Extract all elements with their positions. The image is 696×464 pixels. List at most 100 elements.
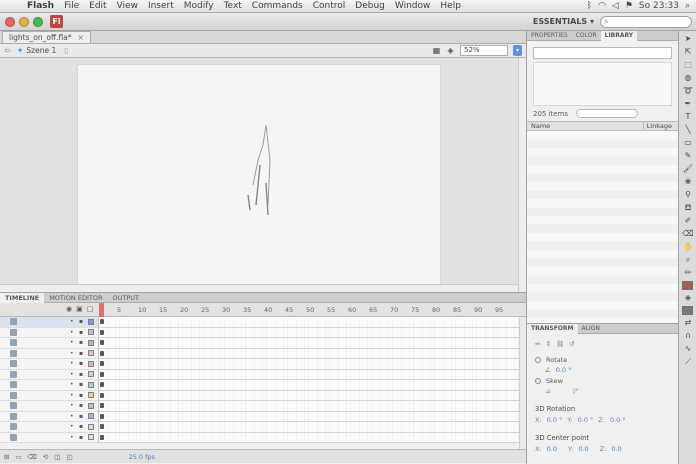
visibility-dot-icon[interactable]: • [70,392,74,399]
lock-dot-icon[interactable]: ▪ [79,360,83,367]
hand-tool-icon[interactable]: ✋ [681,241,695,252]
menu-control[interactable]: Control [308,1,351,11]
lasso-tool-icon[interactable]: ➰ [681,85,695,96]
tab-color[interactable]: COLOR [572,31,601,41]
menu-text[interactable]: Text [219,1,247,11]
timeline-vertical-scrollbar[interactable] [519,317,526,449]
layer-row[interactable]: • ▪ [0,317,98,328]
keyframe-icon[interactable] [100,382,104,387]
library-document-select[interactable] [533,47,672,59]
layer-row[interactable]: • ▪ [0,370,98,380]
free-transform-tool-icon[interactable]: ⬚ [681,59,695,70]
visibility-dot-icon[interactable]: • [70,381,74,388]
outline-color-icon[interactable] [88,392,94,398]
frame-row[interactable] [99,349,519,359]
flag-icon[interactable]: ⚑ [625,1,633,11]
frame-rate[interactable]: 25.0 fps [129,453,155,461]
tab-timeline[interactable]: TIMELINE [0,292,45,303]
frame-row[interactable] [99,338,519,349]
layer-row[interactable]: • ▪ [0,433,98,443]
rectangle-tool-icon[interactable]: ▭ [681,137,695,148]
new-layer-icon[interactable]: ⊞ [4,453,9,461]
layer-row[interactable]: • ▪ [0,401,98,412]
tab-output[interactable]: OUTPUT [108,293,145,303]
keyframe-icon[interactable] [100,350,104,356]
stage-canvas[interactable] [77,64,441,286]
pen-tool-icon[interactable]: ✒ [681,98,695,109]
3d-rotation-tool-icon[interactable]: ◍ [681,72,695,83]
layer-row[interactable]: • ▪ [0,380,98,391]
library-col-name[interactable]: Name [531,122,550,130]
zoom-field[interactable]: 52% [460,45,508,56]
center-y-value[interactable]: 0.0 [578,445,588,453]
visibility-dot-icon[interactable]: • [70,413,74,420]
visibility-dot-icon[interactable]: • [70,402,74,409]
playhead[interactable] [99,303,104,317]
eyedropper-tool-icon[interactable]: ✐ [681,215,695,226]
frame-row[interactable] [99,412,519,422]
lock-dot-icon[interactable]: ▪ [79,318,83,325]
outline-color-icon[interactable] [88,381,94,388]
visibility-dot-icon[interactable]: • [70,371,74,378]
rot-z-value[interactable]: 0.0 ° [610,416,626,424]
outline-color-icon[interactable] [88,329,94,335]
visibility-dot-icon[interactable]: • [70,329,74,336]
rotate-value[interactable]: 0.0 ° [556,366,572,374]
visibility-dot-icon[interactable]: • [70,434,74,441]
frame-row[interactable] [99,380,519,391]
help-search-input[interactable]: ⌕ [600,15,692,28]
frame-row[interactable] [99,328,519,338]
eraser-tool-icon[interactable]: ⌫ [681,228,695,239]
stage-vertical-scrollbar[interactable] [518,58,526,292]
fill-color-swatch[interactable] [682,306,693,315]
lock-icon[interactable]: ▣ [76,305,83,313]
wifi-icon[interactable]: ◠ [598,1,606,11]
menu-app[interactable]: Flash [22,1,59,11]
keyframe-icon[interactable] [100,329,104,335]
rot-y-value[interactable]: 0.0 ° [578,416,594,424]
zoom-tool-icon[interactable]: ⌕ [681,254,695,265]
close-icon[interactable]: × [78,33,84,42]
menu-modify[interactable]: Modify [179,1,219,11]
keyframe-icon[interactable] [100,392,104,398]
lock-dot-icon[interactable]: ▪ [79,350,83,357]
eye-icon[interactable]: ◉ [66,305,72,313]
outline-color-icon[interactable] [88,413,94,419]
subselection-tool-icon[interactable]: ⇱ [681,46,695,57]
line-tool-icon[interactable]: ╲ [681,124,695,135]
pencil-tool-icon[interactable]: ✎ [681,150,695,161]
outline-icon[interactable]: □ [87,305,94,313]
library-item-list[interactable] [527,131,678,343]
keyframe-icon[interactable] [100,340,104,345]
layer-row[interactable]: • ▪ [0,328,98,338]
straighten-icon[interactable]: ⟋ [681,356,695,367]
visibility-dot-icon[interactable]: • [70,339,74,346]
keyframe-icon[interactable] [100,403,104,408]
frame-row[interactable] [99,433,519,443]
paint-bucket-tool-icon[interactable]: ⛾ [681,202,695,213]
tab-library[interactable]: LIBRARY [600,30,638,41]
onion-skin-icon[interactable]: ◫ [54,453,60,461]
close-window-button[interactable] [5,16,15,27]
swap-colors-icon[interactable]: ⇄ [681,317,695,328]
smooth-icon[interactable]: ∿ [681,343,695,354]
back-arrow-icon[interactable]: ⇦ [4,46,11,55]
outline-color-icon[interactable] [88,434,94,440]
scene-breadcrumb[interactable]: Szene 1 [26,46,56,55]
outline-color-icon[interactable] [88,371,94,377]
tab-properties[interactable]: PROPERTIES [527,31,572,41]
visibility-dot-icon[interactable]: • [70,350,74,357]
frame-row[interactable] [99,401,519,412]
menu-view[interactable]: View [112,1,143,11]
menu-window[interactable]: Window [390,1,436,11]
spotlight-icon[interactable]: ⌕ [685,1,690,11]
layer-row[interactable]: • ▪ [0,349,98,359]
menu-edit[interactable]: Edit [84,1,111,11]
layer-row[interactable]: • ▪ [0,359,98,370]
lock-dot-icon[interactable]: ▪ [79,434,83,441]
layer-row[interactable]: • ▪ [0,422,98,433]
volume-icon[interactable]: ◁ [612,1,619,11]
lock-dot-icon[interactable]: ▪ [79,392,83,399]
lock-dot-icon[interactable]: ▪ [79,402,83,409]
keyframe-icon[interactable] [100,361,104,366]
